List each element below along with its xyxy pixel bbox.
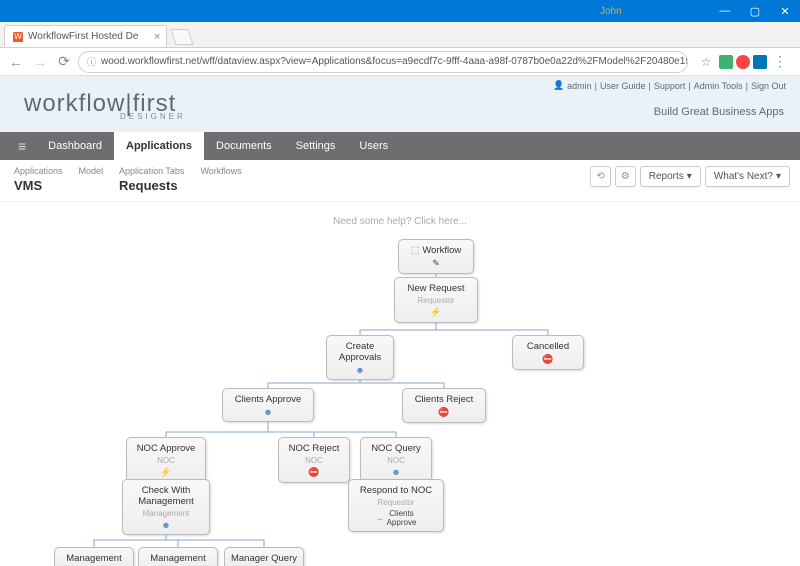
star-icon[interactable]: ☆ (696, 52, 716, 72)
help-link[interactable]: Need some help? Click here... (0, 202, 800, 235)
nav-documents[interactable]: Documents (204, 132, 284, 160)
node-noc-reject[interactable]: NOC Reject NOC ⛔ (278, 437, 350, 483)
app-header: workflow|first DESIGNER 👤 admin | User G… (0, 76, 800, 132)
whats-next-button[interactable]: What's Next?▾ (705, 166, 790, 187)
node-mgr-query[interactable]: Manager Query (224, 547, 304, 566)
browser-toolbar: ← → ⟳ ⓘ wood.workflowfirst.net/wff/datav… (0, 48, 800, 76)
reload-button[interactable]: ⟳ (54, 52, 74, 72)
back-button[interactable]: ← (6, 52, 26, 72)
new-tab-button[interactable] (171, 29, 194, 45)
toolbar-btn-1[interactable]: ⟲ (590, 166, 610, 187)
close-window-button[interactable]: ✕ (770, 0, 800, 22)
forward-button[interactable]: → (30, 52, 50, 72)
ext-icon-3[interactable] (753, 55, 767, 69)
nav-dashboard[interactable]: Dashboard (36, 132, 114, 160)
stop-icon: ⛔ (283, 467, 345, 478)
node-clients-reject[interactable]: Clients Reject ⛔ (402, 388, 486, 423)
top-links: 👤 admin | User Guide | Support | Admin T… (553, 80, 786, 91)
edit-icon: ✎ (403, 258, 469, 269)
node-respond-noc[interactable]: Respond to NOC Requestor →Clients Approv… (348, 479, 444, 532)
workflow-canvas[interactable]: ⬚ Workflow ✎ New Request Requestor ⚡ Cre… (0, 235, 800, 525)
ext-icon-2[interactable] (736, 55, 750, 69)
tab-title: WorkflowFirst Hosted De (28, 31, 138, 42)
favicon-icon: W (13, 32, 23, 42)
window-titlebar: John — ▢ ✕ (0, 0, 800, 22)
ext-icon-1[interactable] (719, 55, 733, 69)
close-tab-icon[interactable]: × (154, 31, 160, 43)
nav-users[interactable]: Users (347, 132, 400, 160)
logo-subtitle: DESIGNER (120, 112, 186, 121)
node-mgmt-1[interactable]: Management (54, 547, 134, 566)
node-mgmt-2[interactable]: Management (138, 547, 218, 566)
logo-text-a: workflow (24, 90, 125, 117)
bc-workflows[interactable]: Workflows (200, 166, 241, 176)
hamburger-icon[interactable]: ≡ (8, 138, 36, 154)
os-user-badge: John (0, 6, 622, 17)
node-workflow[interactable]: ⬚ Workflow ✎ (398, 239, 474, 274)
user-icon: 👤 (553, 80, 564, 91)
menu-icon[interactable]: ⋮ (770, 52, 790, 72)
node-noc-approve[interactable]: NOC Approve NOC ⚡ (126, 437, 206, 483)
link-admin[interactable]: admin (567, 81, 592, 91)
address-bar[interactable]: ⓘ wood.workflowfirst.net/wff/dataview.as… (78, 51, 688, 73)
minimize-button[interactable]: — (710, 0, 740, 22)
toolbar-btn-2[interactable]: ⚙ (615, 166, 636, 187)
extensions: ☆ ⋮ (692, 52, 794, 72)
node-noc-query[interactable]: NOC Query NOC ☻ (360, 437, 432, 482)
link-user-guide[interactable]: User Guide (600, 81, 646, 91)
bc-applications[interactable]: Applications (14, 166, 63, 176)
link-admin-tools[interactable]: Admin Tools (694, 81, 743, 91)
stop-icon: ⛔ (407, 407, 481, 418)
caret-down-icon: ▾ (687, 171, 692, 182)
refresh-icon: ⟲ (596, 171, 604, 182)
link-support[interactable]: Support (654, 81, 686, 91)
browser-tabstrip: W WorkflowFirst Hosted De × (0, 22, 800, 48)
bc-app-tabs[interactable]: Application Tabs (119, 166, 184, 176)
tagline: Build Great Business Apps (654, 106, 784, 118)
bolt-icon: ⚡ (131, 467, 201, 478)
node-check-mgmt[interactable]: Check With Management Management ☻ (122, 479, 210, 535)
nav-applications[interactable]: Applications (114, 132, 204, 160)
person-icon: ☻ (127, 520, 205, 530)
info-icon: ⓘ (87, 55, 96, 68)
person-icon: ☻ (331, 365, 389, 375)
url-text: wood.workflowfirst.net/wff/dataview.aspx… (101, 56, 688, 67)
person-icon: ☻ (227, 407, 309, 417)
node-new-request[interactable]: New Request Requestor ⚡ (394, 277, 478, 323)
maximize-button[interactable]: ▢ (740, 0, 770, 22)
bc-vms: VMS (14, 178, 63, 193)
bc-model[interactable]: Model (79, 166, 104, 176)
toolbar: ⟲ ⚙ Reports▾ What's Next?▾ (590, 166, 790, 187)
arrow-right-icon: → (376, 514, 384, 523)
node-create-approvals[interactable]: Create Approvals ☻ (326, 335, 394, 380)
sub-header: Applications VMS Model Application Tabs … (0, 160, 800, 202)
caret-down-icon: ▾ (776, 171, 781, 182)
node-cancelled[interactable]: Cancelled ⛔ (512, 335, 584, 370)
reports-button[interactable]: Reports▾ (640, 166, 701, 187)
bc-requests: Requests (119, 178, 184, 193)
node-clients-approve[interactable]: Clients Approve ☻ (222, 388, 314, 422)
browser-tab[interactable]: W WorkflowFirst Hosted De × (4, 25, 167, 47)
link-sign-out[interactable]: Sign Out (751, 81, 786, 91)
nav-settings[interactable]: Settings (284, 132, 348, 160)
person-icon: ☻ (365, 467, 427, 477)
stop-icon: ⛔ (517, 354, 579, 365)
main-nav: ≡ Dashboard Applications Documents Setti… (0, 132, 800, 160)
gear-icon: ⚙ (621, 171, 630, 182)
bolt-icon: ⚡ (399, 307, 473, 318)
